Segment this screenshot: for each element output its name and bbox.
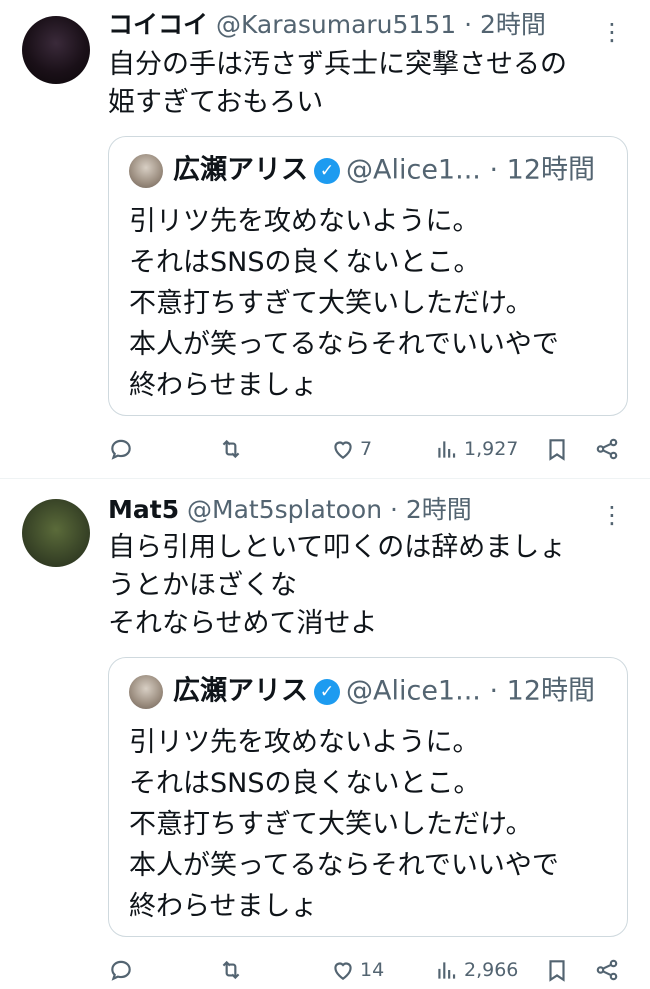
separator-dot: · [464,10,473,39]
views-count: 2,966 [464,959,519,981]
views-button[interactable]: 1,927 [434,434,518,464]
verified-badge-icon: ✓ [314,157,340,184]
quoted-tweet-text: 引リツ先を攻めないように。 それはSNSの良くないとこ。 不意打ちすぎて大笑いし… [129,727,559,922]
author-handle[interactable]: @Mat5splatoon [187,495,382,524]
action-bar: 7 1,927 [108,434,624,464]
quoted-tweet-text: 引リツ先を攻めないように。 それはSNSの良くないとこ。 不意打ちすぎて大笑いし… [129,206,559,401]
views-button[interactable]: 2,966 [434,955,518,985]
more-options-icon[interactable]: ⋮ [600,503,624,527]
quoted-tweet-header: 広瀬アリス ✓ @Alice1... · 12時間 [129,674,595,709]
retweet-icon [222,439,240,459]
quoted-avatar [129,153,163,188]
bookmark-button[interactable] [544,955,570,985]
reply-button[interactable] [108,955,138,985]
quoted-avatar [129,674,163,709]
like-count: 14 [360,959,385,981]
reply-icon [111,439,131,460]
tweet[interactable]: Mat5 @Mat5splatoon · 2時間 ⋮ 自ら引用しといて叩くのは辞… [0,478,650,989]
separator-dot: · [489,154,499,186]
more-options-icon[interactable]: ⋮ [600,20,624,44]
share-icon [596,438,618,460]
share-button[interactable] [594,955,620,985]
quoted-timestamp: 12時間 [506,154,595,186]
reply-icon [111,960,131,981]
author-name[interactable]: Mat5 [108,495,179,524]
author-name[interactable]: コイコイ [108,10,208,39]
like-button[interactable]: 7 [330,434,372,464]
tweet-text: 自分の手は汚さず兵士に突撃させるの 姫すぎておもろい [108,49,567,118]
author-handle[interactable]: @Karasumaru5151 [216,10,456,39]
tweet[interactable]: コイコイ @Karasumaru5151 · 2時間 ⋮ 自分の手は汚さず兵士に… [0,0,650,478]
heart-icon [334,441,352,459]
retweet-button[interactable] [218,955,248,985]
bookmark-button[interactable] [544,434,570,464]
timestamp[interactable]: 2時間 [480,10,546,39]
bookmark-icon [549,960,565,982]
separator-dot: · [489,675,499,707]
share-button[interactable] [594,434,620,464]
share-icon [596,959,618,981]
quoted-author-name: 広瀬アリス [173,154,308,186]
views-count: 1,927 [464,438,519,460]
views-icon [438,962,456,979]
quoted-tweet[interactable]: 広瀬アリス ✓ @Alice1... · 12時間 引リツ先を攻めないように。 それ… [108,136,628,416]
views-icon [438,441,456,458]
quoted-timestamp: 12時間 [506,675,595,707]
quoted-tweet-header: 広瀬アリス ✓ @Alice1... · 12時間 [129,153,595,188]
tweet-header: Mat5 @Mat5splatoon · 2時間 [108,495,472,525]
heart-icon [334,962,352,980]
like-button[interactable]: 14 [330,955,384,985]
verified-badge-icon: ✓ [314,678,340,705]
like-count: 7 [360,438,373,460]
separator-dot: · [390,495,398,524]
avatar[interactable] [22,16,90,84]
tweet-text: 自ら引用しといて叩くのは辞めましょ うとかほざくな それならせめて消せよ [108,532,567,639]
timestamp[interactable]: 2時間 [406,495,472,524]
reply-button[interactable] [108,434,138,464]
quoted-author-handle: @Alice1... [346,675,481,707]
retweet-icon [222,960,240,980]
tweet-header: コイコイ @Karasumaru5151 · 2時間 [108,10,546,40]
quoted-tweet[interactable]: 広瀬アリス ✓ @Alice1... · 12時間 引リツ先を攻めないように。 それ… [108,657,628,937]
bookmark-icon [549,439,565,461]
quoted-author-name: 広瀬アリス [173,675,308,707]
quoted-author-handle: @Alice1... [346,154,481,186]
retweet-button[interactable] [218,434,248,464]
avatar[interactable] [22,499,90,567]
action-bar: 14 2,966 [108,955,624,985]
